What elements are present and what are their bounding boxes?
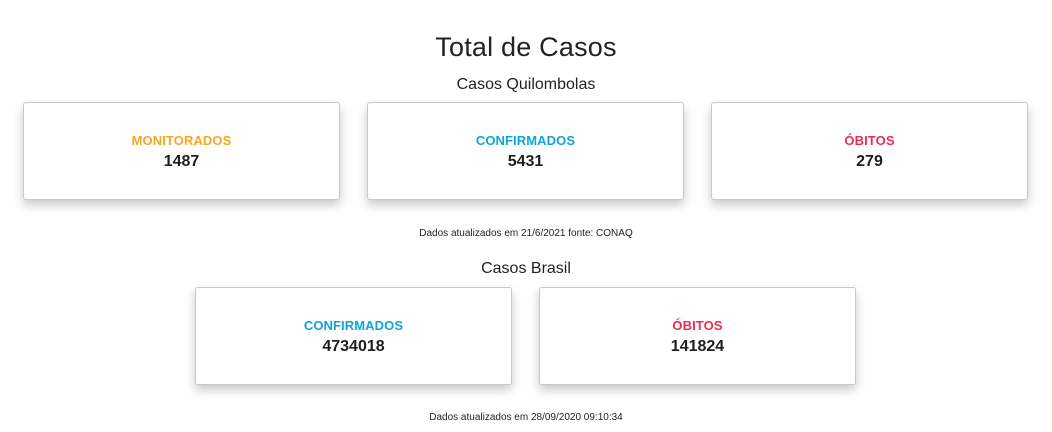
card-quilombolas-monitorados: MONITORADOS 1487 (23, 102, 340, 200)
card-quilombolas-obitos: ÓBITOS 279 (711, 102, 1028, 200)
section-title-quilombolas: Casos Quilombolas (456, 76, 596, 93)
card-label: CONFIRMADOS (475, 133, 576, 148)
page-title: Total de Casos (435, 32, 617, 62)
card-label: ÓBITOS (672, 318, 723, 333)
card-value: 279 (856, 153, 883, 170)
card-value: 4734018 (322, 338, 385, 355)
card-value: 141824 (670, 338, 725, 355)
card-quilombolas-confirmados: CONFIRMADOS 5431 (367, 102, 684, 200)
section-title-brasil: Casos Brasil (481, 260, 571, 277)
card-brasil-obitos: ÓBITOS 141824 (539, 287, 856, 385)
cases-dashboard: Total de Casos Casos Quilombolas MONITOR… (0, 0, 1052, 432)
update-note-brasil: Dados atualizados em 28/09/2020 09:10:34 (429, 412, 623, 423)
card-value: 5431 (507, 153, 544, 170)
card-brasil-confirmados: CONFIRMADOS 4734018 (195, 287, 512, 385)
card-label: MONITORADOS (131, 133, 232, 148)
update-note-quilombolas: Dados atualizados em 21/6/2021 fonte: CO… (419, 228, 633, 239)
card-label: ÓBITOS (844, 133, 895, 148)
card-value: 1487 (163, 153, 200, 170)
card-label: CONFIRMADOS (303, 318, 404, 333)
